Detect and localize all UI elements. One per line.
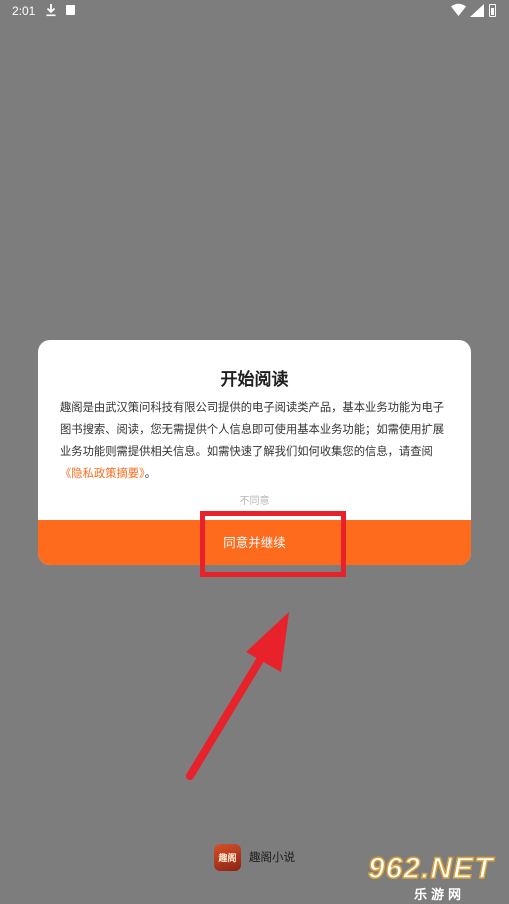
dialog-body-text: 趣阁是由武汉策问科技有限公司提供的电子阅读类产品，基本业务功能为电子图书搜索、阅… — [60, 401, 445, 458]
download-icon — [46, 4, 56, 17]
privacy-policy-link[interactable]: 《隐私政策摘要》 — [60, 467, 145, 480]
wifi-icon — [451, 3, 466, 16]
status-icons — [451, 3, 499, 19]
app-notification-icon — [66, 5, 75, 15]
app-logo: 趣阁 — [214, 843, 241, 871]
decline-button[interactable]: 不同意 — [38, 491, 471, 513]
watermark-top-text: 962.NET — [367, 851, 494, 886]
brand: 趣阁 趣阁小说 — [214, 843, 295, 871]
dialog-body-end: 。 — [144, 467, 157, 480]
cellular-signal-icon — [470, 4, 484, 17]
dialog-body: 趣阁是由武汉策问科技有限公司提供的电子阅读类产品，基本业务功能为电子图书搜索、阅… — [60, 397, 450, 485]
status-time: 2:01 — [12, 4, 36, 18]
dialog-title: 开始阅读 — [220, 370, 289, 390]
app-name: 趣阁小说 — [249, 850, 295, 864]
battery-icon — [489, 4, 496, 17]
agree-continue-button[interactable]: 同意并继续 — [38, 520, 471, 565]
watermark: 962.NET 乐游网 — [367, 851, 504, 903]
watermark-bottom-text: 乐游网 — [414, 888, 466, 903]
privacy-dialog: 开始阅读 趣阁是由武汉策问科技有限公司提供的电子阅读类产品，基本业务功能为电子图… — [38, 340, 471, 565]
status-bar: 2:01 — [0, 0, 509, 24]
